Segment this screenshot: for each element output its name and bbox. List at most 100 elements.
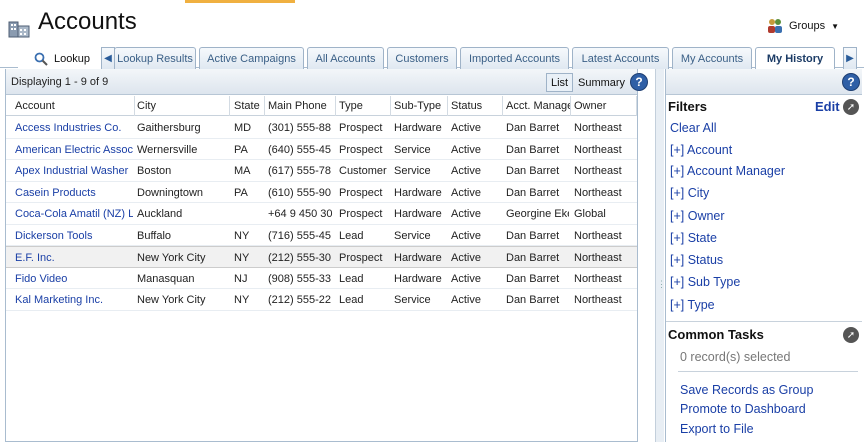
cell-manager: Dan Barret	[506, 272, 560, 285]
account-link[interactable]: Coca-Cola Amatil (NZ) Lt	[15, 208, 133, 222]
column-header-state[interactable]: State	[234, 100, 264, 114]
column-header-city[interactable]: City	[137, 100, 227, 114]
tab-label: Lookup Results	[117, 52, 193, 65]
account-link[interactable]: Casein Products	[15, 187, 133, 201]
list-toolbar: Displaying 1 - 9 of 9 List Summary ?	[6, 69, 648, 95]
cell-status: Active	[451, 143, 481, 156]
save-records-as-group-link[interactable]: Save Records as Group	[680, 383, 813, 397]
groups-menu[interactable]: Groups ▼	[767, 18, 839, 34]
cell-owner: Northeast	[574, 165, 622, 177]
table-row[interactable]: Kal Marketing Inc. New York City NY (212…	[6, 289, 637, 311]
column-divider[interactable]	[570, 96, 571, 116]
tab-scroll-right-icon[interactable]: ▶	[843, 47, 857, 69]
cell-state: NY	[234, 252, 250, 264]
tab-scroll-left-icon[interactable]: ◀	[101, 47, 115, 69]
table-row[interactable]: Apex Industrial Washer Boston MA (617) 5…	[6, 160, 637, 182]
help-icon[interactable]: ?	[630, 73, 648, 91]
column-header-acct-manager[interactable]: Acct. Manager	[506, 100, 570, 114]
tab-label: Imported Accounts	[468, 52, 561, 65]
filter-type[interactable]: [+] Type	[670, 298, 715, 312]
cell-type: Lead	[339, 294, 364, 306]
cell-status: Active	[451, 272, 481, 285]
filter-sub-type[interactable]: [+] Sub Type	[670, 275, 740, 289]
table-row[interactable]: Dickerson Tools Buffalo NY (716) 555-45 …	[6, 225, 637, 246]
column-header-account[interactable]: Account	[15, 100, 133, 114]
account-link[interactable]: American Electric Assoc	[15, 144, 133, 158]
column-header-main-phone[interactable]: Main Phone	[268, 100, 334, 114]
cell-owner: Northeast	[574, 122, 622, 134]
cell-subtype: Hardware	[394, 208, 442, 220]
tab-strip: Lookup ◀ Lookup Results Active Campaigns…	[0, 46, 864, 70]
column-divider[interactable]	[229, 96, 230, 116]
tab-label: Customers	[395, 52, 449, 65]
table-row[interactable]: Access Industries Co. Gaithersburg MD (3…	[6, 117, 637, 139]
column-divider[interactable]	[134, 96, 135, 116]
account-link[interactable]: Fido Video	[15, 273, 133, 287]
tab-label: Active Campaigns	[207, 52, 296, 65]
tab-lookup[interactable]: Lookup	[18, 47, 106, 69]
view-summary-button[interactable]: Summary	[574, 73, 629, 92]
column-header-type[interactable]: Type	[339, 100, 389, 114]
view-list-button[interactable]: List	[546, 73, 574, 92]
table-row[interactable]: Coca-Cola Amatil (NZ) Lt Auckland +64 9 …	[6, 203, 637, 225]
account-link[interactable]: E.F. Inc.	[15, 252, 133, 266]
cell-type: Prospect	[339, 122, 383, 134]
table-row[interactable]: American Electric Assoc Wernersville PA …	[6, 139, 637, 160]
tab-my-accounts[interactable]: My Accounts	[672, 47, 752, 69]
tab-lookup-results[interactable]: Lookup Results	[114, 47, 196, 69]
tab-label: Latest Accounts	[581, 52, 660, 65]
table-row[interactable]: Casein Products Downingtown PA (610) 555…	[6, 182, 637, 203]
export-to-file-link[interactable]: Export to File	[680, 422, 754, 436]
promote-to-dashboard-link[interactable]: Promote to Dashboard	[680, 402, 806, 416]
groups-label: Groups	[789, 20, 826, 32]
help-icon[interactable]: ?	[842, 73, 860, 91]
go-arrow-icon[interactable]: ➚	[843, 99, 859, 115]
column-divider[interactable]	[636, 96, 637, 116]
filter-status[interactable]: [+] Status	[670, 253, 723, 267]
go-arrow-icon[interactable]: ➚	[843, 327, 859, 343]
filter-state[interactable]: [+] State	[670, 231, 717, 245]
tab-active-campaigns[interactable]: Active Campaigns	[199, 47, 304, 69]
filter-owner[interactable]: [+] Owner	[670, 209, 725, 223]
magnifier-icon	[34, 52, 48, 66]
help-label: ?	[635, 75, 643, 89]
filters-panel: ? Filters Edit ➚ Clear All [+] Account […	[665, 69, 862, 442]
column-divider[interactable]	[502, 96, 503, 116]
tab-imported-accounts[interactable]: Imported Accounts	[460, 47, 569, 69]
cell-subtype: Service	[394, 294, 431, 306]
accounts-list-panel: Displaying 1 - 9 of 9 List Summary ? Acc…	[5, 69, 648, 442]
tab-latest-accounts[interactable]: Latest Accounts	[572, 47, 669, 69]
panel-splitter[interactable]: ⋮	[655, 69, 666, 442]
cell-city: Wernersville	[137, 143, 198, 156]
cell-state: PA	[234, 186, 248, 199]
cell-status: Active	[451, 208, 481, 220]
column-divider[interactable]	[390, 96, 391, 116]
account-link[interactable]: Dickerson Tools	[15, 230, 133, 244]
tab-my-history[interactable]: My History	[755, 47, 835, 70]
tab-all-accounts[interactable]: All Accounts	[307, 47, 384, 69]
filters-edit-link[interactable]: Edit	[815, 99, 840, 114]
tab-label: My Accounts	[680, 52, 744, 65]
table-row[interactable]: Fido Video Manasquan NJ (908) 555-33 Lea…	[6, 268, 637, 289]
chevron-down-icon: ▼	[831, 21, 839, 31]
cell-type: Prospect	[339, 143, 383, 156]
clear-all-link[interactable]: Clear All	[670, 121, 717, 135]
account-link[interactable]: Kal Marketing Inc.	[15, 294, 133, 308]
tab-customers[interactable]: Customers	[387, 47, 457, 69]
column-divider[interactable]	[447, 96, 448, 116]
accounts-building-icon	[8, 21, 30, 38]
column-divider[interactable]	[264, 96, 265, 116]
cell-subtype: Hardware	[394, 272, 442, 285]
column-header-sub-type[interactable]: Sub-Type	[394, 100, 446, 114]
column-divider[interactable]	[335, 96, 336, 116]
filter-city[interactable]: [+] City	[670, 186, 709, 200]
account-link[interactable]: Access Industries Co.	[15, 122, 133, 136]
filter-account[interactable]: [+] Account	[670, 143, 732, 157]
cell-phone: (610) 555-90	[268, 186, 331, 199]
account-link[interactable]: Apex Industrial Washer	[15, 165, 133, 179]
column-header-owner[interactable]: Owner	[574, 100, 634, 114]
filter-account-manager[interactable]: [+] Account Manager	[670, 164, 785, 178]
cell-status: Active	[451, 294, 481, 306]
column-header-status[interactable]: Status	[451, 100, 501, 114]
table-row[interactable]: E.F. Inc. New York City NY (212) 555-30 …	[6, 246, 637, 268]
